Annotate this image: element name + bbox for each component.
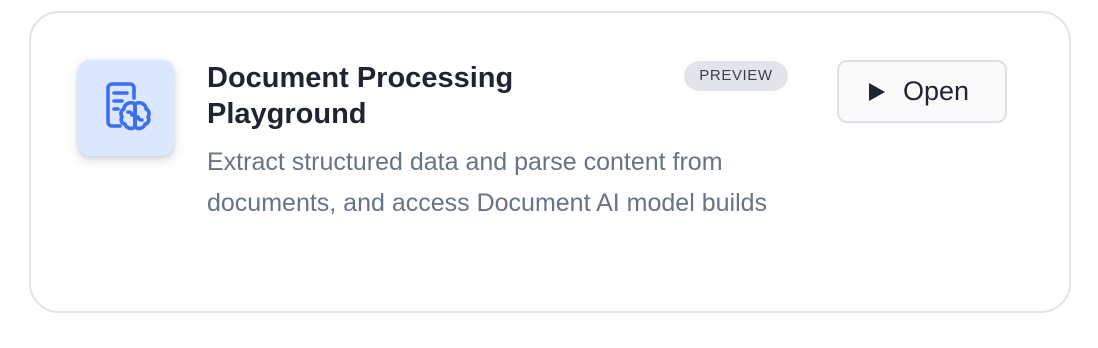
feature-icon-tile — [78, 60, 174, 156]
preview-badge: PREVIEW — [684, 61, 788, 91]
card-description: Extract structured data and parse conten… — [207, 148, 768, 217]
card-title: Document Processing Playground — [207, 62, 514, 130]
document-brain-icon — [106, 82, 151, 131]
open-button[interactable]: Open — [837, 60, 1007, 123]
play-icon — [868, 82, 885, 101]
open-button-label: Open — [902, 76, 970, 106]
